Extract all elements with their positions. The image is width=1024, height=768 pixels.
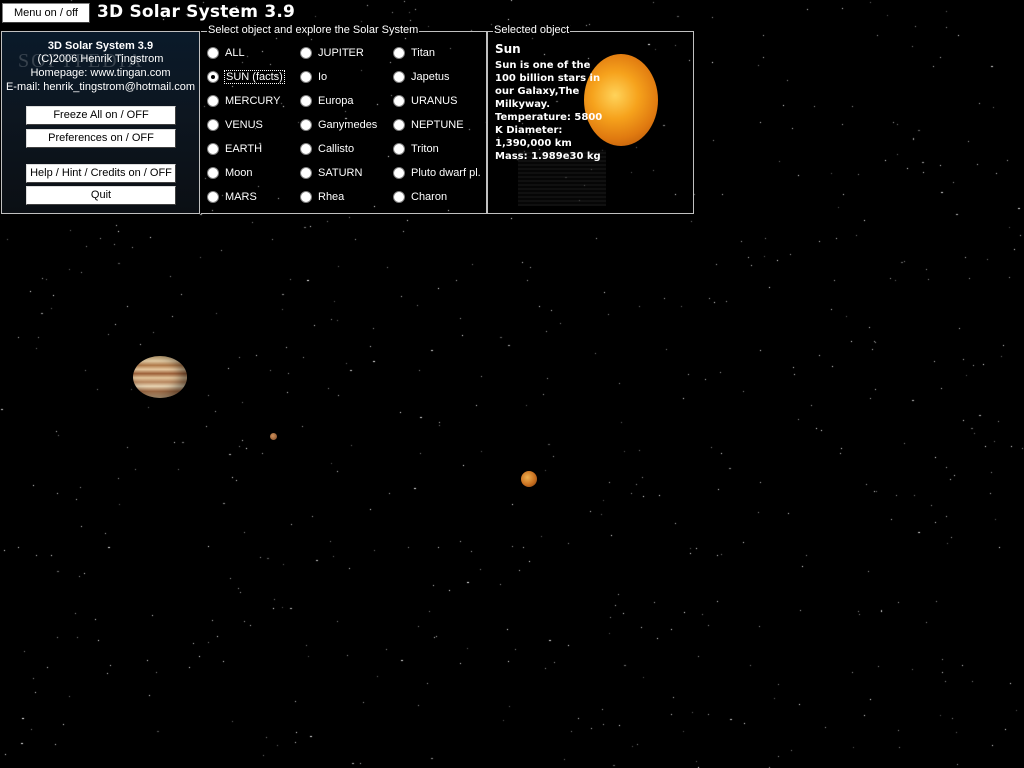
radio-button[interactable]: [207, 47, 219, 59]
radio-label: Callisto: [318, 143, 355, 155]
selected-object-panel: Selected object Sun Sun is one of the 10…: [487, 24, 694, 214]
radio-button[interactable]: [300, 143, 312, 155]
radio-label: ALL: [225, 47, 245, 59]
help-button[interactable]: Help / Hint / Credits on / OFF: [26, 164, 176, 183]
radio-option-earth[interactable]: EARTH: [207, 141, 262, 157]
selected-object-name: Sun: [495, 42, 521, 56]
io-body[interactable]: [521, 471, 537, 487]
radio-button[interactable]: [207, 143, 219, 155]
freeze-button[interactable]: Freeze All on / OFF: [26, 106, 176, 125]
radio-label: JUPITER: [318, 47, 364, 59]
quit-button[interactable]: Quit: [26, 186, 176, 205]
watermark: SOFTPEDIA: [18, 50, 144, 72]
radio-button[interactable]: [393, 191, 405, 203]
radio-button[interactable]: [300, 47, 312, 59]
radio-label: EARTH: [225, 143, 263, 155]
radio-label: MERCURY: [225, 95, 281, 107]
radio-option-rhea[interactable]: Rhea: [300, 189, 344, 205]
radio-label: Ganymedes: [318, 119, 378, 131]
moon-body[interactable]: [270, 433, 277, 440]
radio-option-mars[interactable]: MARS: [207, 189, 257, 205]
radio-button[interactable]: [207, 167, 219, 179]
radio-option-japetus[interactable]: Japetus: [393, 69, 450, 85]
radio-option-all[interactable]: ALL: [207, 45, 245, 61]
radio-option-titan[interactable]: Titan: [393, 45, 435, 61]
radio-option-moon[interactable]: Moon: [207, 165, 253, 181]
radio-option-jupiter[interactable]: JUPITER: [300, 45, 364, 61]
radio-label: Japetus: [411, 71, 450, 83]
radio-button[interactable]: [300, 191, 312, 203]
radio-button[interactable]: [300, 71, 312, 83]
radio-option-saturn[interactable]: SATURN: [300, 165, 362, 181]
radio-button[interactable]: [393, 143, 405, 155]
radio-label: SATURN: [318, 167, 363, 179]
radio-button[interactable]: [393, 95, 405, 107]
radio-button[interactable]: [393, 71, 405, 83]
radio-option-ganymedes[interactable]: Ganymedes: [300, 117, 377, 133]
radio-option-callisto[interactable]: Callisto: [300, 141, 354, 157]
radio-button[interactable]: [393, 119, 405, 131]
radio-label: Pluto dwarf pl.: [411, 167, 481, 179]
app-title: 3D Solar System 3.9: [97, 2, 296, 22]
radio-button[interactable]: [207, 191, 219, 203]
radio-label: NEPTUNE: [411, 119, 464, 131]
radio-option-triton[interactable]: Triton: [393, 141, 439, 157]
object-select-group: Select object and explore the Solar Syst…: [201, 24, 487, 214]
radio-button[interactable]: [393, 167, 405, 179]
radio-option-charon[interactable]: Charon: [393, 189, 447, 205]
radio-label: MARS: [225, 191, 257, 203]
menu-toggle-button[interactable]: Menu on / off: [2, 3, 90, 23]
radio-label: Moon: [225, 167, 253, 179]
radio-button[interactable]: [300, 95, 312, 107]
info-panel: SOFTPEDIA 3D Solar System 3.9 (C)2006 He…: [1, 31, 200, 214]
radio-option-sun-facts[interactable]: SUN (facts): [207, 69, 285, 85]
selected-object-description: Sun is one of the 100 billion stars in o…: [495, 60, 603, 162]
radio-button[interactable]: [300, 119, 312, 131]
radio-label: Triton: [411, 143, 439, 155]
radio-label: URANUS: [411, 95, 458, 107]
radio-option-venus[interactable]: VENUS: [207, 117, 263, 133]
radio-label: SUN (facts): [224, 70, 285, 84]
object-select-label: Select object and explore the Solar Syst…: [207, 24, 420, 37]
radio-button[interactable]: [393, 47, 405, 59]
jupiter-planet[interactable]: [133, 356, 187, 398]
radio-button[interactable]: [207, 95, 219, 107]
info-email: E-mail: henrik_tingstrom@hotmail.com: [5, 81, 196, 93]
radio-option-neptune[interactable]: NEPTUNE: [393, 117, 464, 133]
radio-label: Titan: [411, 47, 436, 59]
radio-option-io[interactable]: Io: [300, 69, 327, 85]
radio-button[interactable]: [207, 119, 219, 131]
radio-option-europa[interactable]: Europa: [300, 93, 353, 109]
radio-option-uranus[interactable]: URANUS: [393, 93, 457, 109]
radio-button[interactable]: [207, 71, 219, 83]
radio-button[interactable]: [300, 167, 312, 179]
radio-option-mercury[interactable]: MERCURY: [207, 93, 280, 109]
radio-label: Europa: [318, 95, 354, 107]
preferences-button[interactable]: Preferences on / OFF: [26, 129, 176, 148]
radio-label: Rhea: [318, 191, 345, 203]
selected-object-label: Selected object: [493, 24, 571, 37]
radio-option-pluto-dwarf-pl[interactable]: Pluto dwarf pl.: [393, 165, 481, 181]
radio-label: Charon: [411, 191, 448, 203]
radio-label: Io: [318, 71, 328, 83]
radio-label: VENUS: [225, 119, 263, 131]
